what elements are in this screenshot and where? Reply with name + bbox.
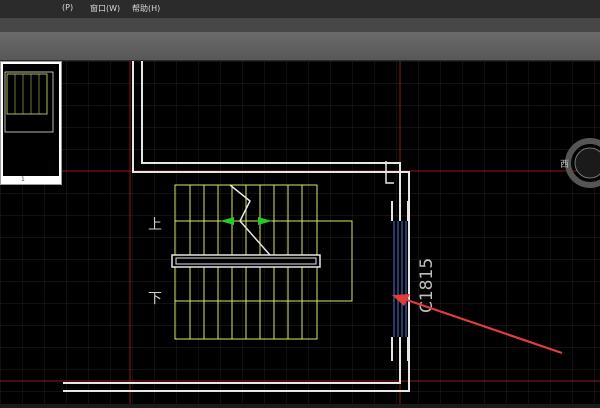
thumbnail-label: 1 [21, 176, 25, 183]
thumbnail-drawing [4, 71, 54, 133]
grid-background [0, 61, 600, 404]
label-up: 上 [148, 217, 162, 233]
menu-item-window[interactable]: 窗口(W) [90, 3, 120, 14]
viewcube-west-label: 西 [560, 160, 570, 170]
stair-handrail [171, 254, 321, 268]
menu-bar: (P) 窗口(W) 帮助(H) [0, 0, 600, 19]
menu-item-help[interactable]: 帮助(H) [132, 3, 160, 14]
layout-thumbnail[interactable]: 1 [0, 61, 62, 185]
ribbon-panel [0, 32, 600, 61]
drawing-canvas[interactable]: 上 下 C1815 1 西 [0, 61, 600, 404]
toolbar [0, 18, 600, 32]
label-down: 下 [148, 291, 162, 307]
menu-item-p[interactable]: (P) [62, 3, 73, 12]
cad-drawing: 上 下 C1815 [0, 61, 600, 404]
